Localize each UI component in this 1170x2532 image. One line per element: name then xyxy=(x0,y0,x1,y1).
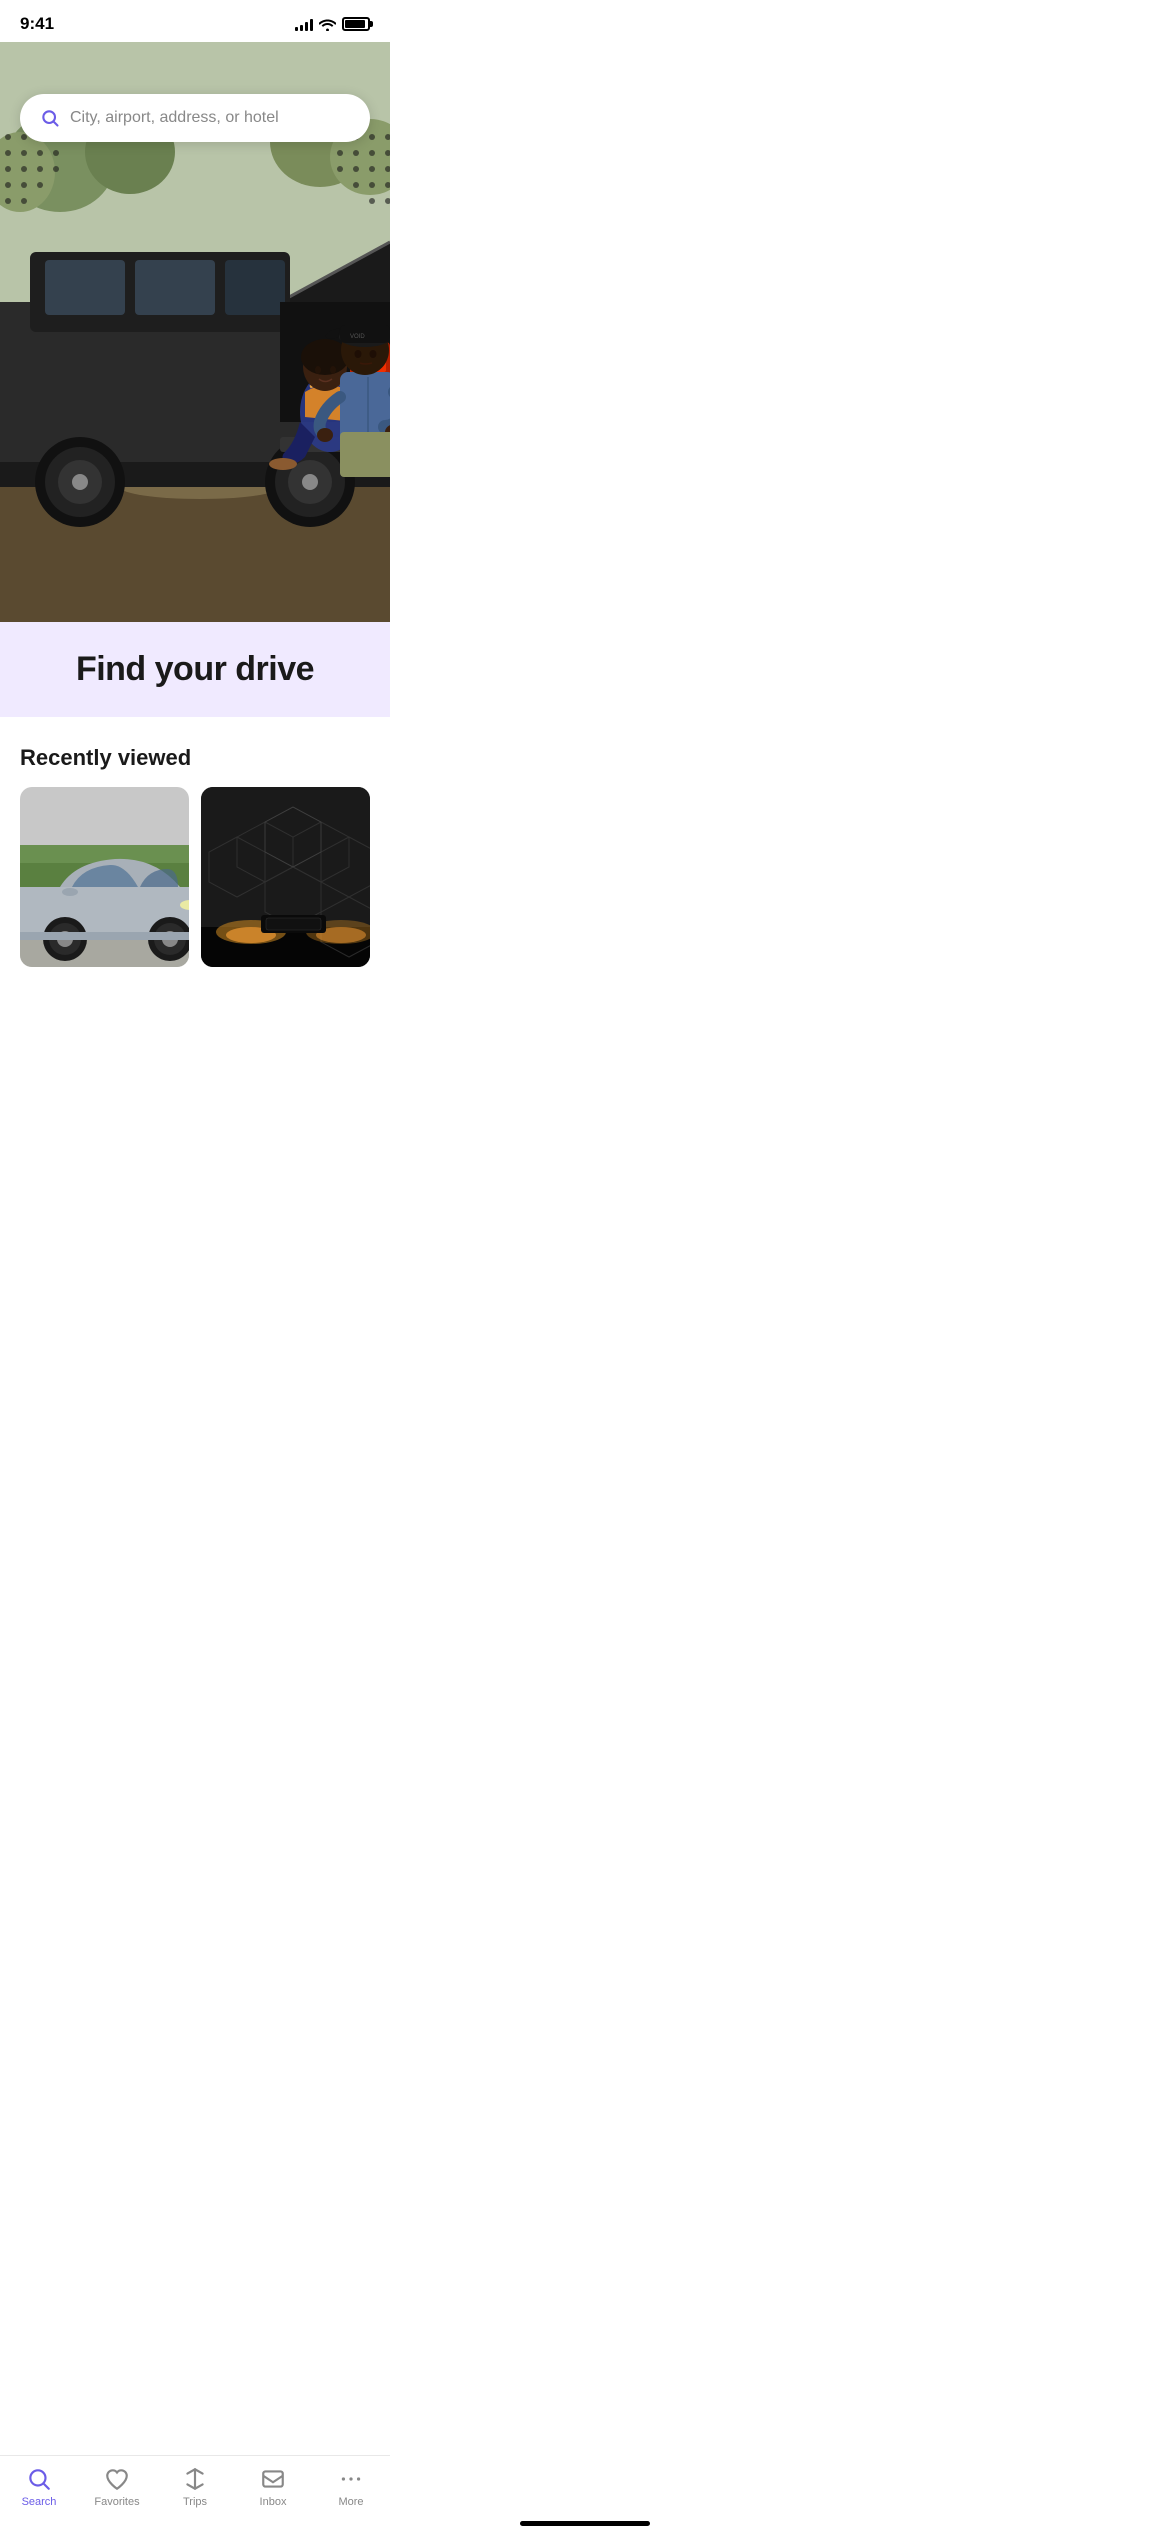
search-icon xyxy=(40,108,60,128)
nav-label-favorites: Favorites xyxy=(94,2496,139,2508)
car-card-1-image xyxy=(20,787,189,967)
car-card-2[interactable] xyxy=(201,787,370,967)
hero-section: City, airport, address, or hotel xyxy=(0,42,390,1079)
battery-icon xyxy=(342,17,370,31)
nav-item-inbox[interactable]: Inbox xyxy=(234,2466,312,2508)
search-bar[interactable]: City, airport, address, or hotel xyxy=(20,94,370,142)
recently-viewed-title: Recently viewed xyxy=(20,745,390,771)
trips-icon xyxy=(182,2466,208,2492)
inbox-icon xyxy=(260,2466,286,2492)
more-icon xyxy=(338,2466,364,2492)
status-time: 9:41 xyxy=(20,14,54,34)
find-drive-banner: Find your drive xyxy=(0,622,390,717)
heart-icon xyxy=(104,2466,130,2492)
cars-row xyxy=(20,787,390,967)
recently-viewed-section: Recently viewed xyxy=(0,717,390,979)
svg-text:VOID: VOID xyxy=(350,334,365,340)
status-icons xyxy=(295,17,370,31)
nav-label-trips: Trips xyxy=(183,2496,207,2508)
search-placeholder: City, airport, address, or hotel xyxy=(70,109,279,127)
nav-item-more[interactable]: More xyxy=(312,2466,390,2508)
signal-icon xyxy=(295,17,313,31)
find-drive-title: Find your drive xyxy=(20,650,370,689)
nav-item-trips[interactable]: Trips xyxy=(156,2466,234,2508)
nav-label-more: More xyxy=(338,2496,363,2508)
search-nav-icon xyxy=(26,2466,52,2492)
status-bar: 9:41 xyxy=(0,0,390,42)
car-card-1[interactable] xyxy=(20,787,189,967)
nav-label-search: Search xyxy=(22,2496,57,2508)
home-indicator xyxy=(520,2521,650,2526)
nav-item-favorites[interactable]: Favorites xyxy=(78,2466,156,2508)
wifi-icon xyxy=(319,18,336,31)
nav-label-inbox: Inbox xyxy=(260,2496,287,2508)
bottom-nav: Search Favorites Trips Inbox More xyxy=(0,2455,390,2532)
nav-item-search[interactable]: Search xyxy=(0,2466,78,2508)
search-bar-wrapper[interactable]: City, airport, address, or hotel xyxy=(0,94,390,142)
car-card-2-image xyxy=(201,787,370,967)
